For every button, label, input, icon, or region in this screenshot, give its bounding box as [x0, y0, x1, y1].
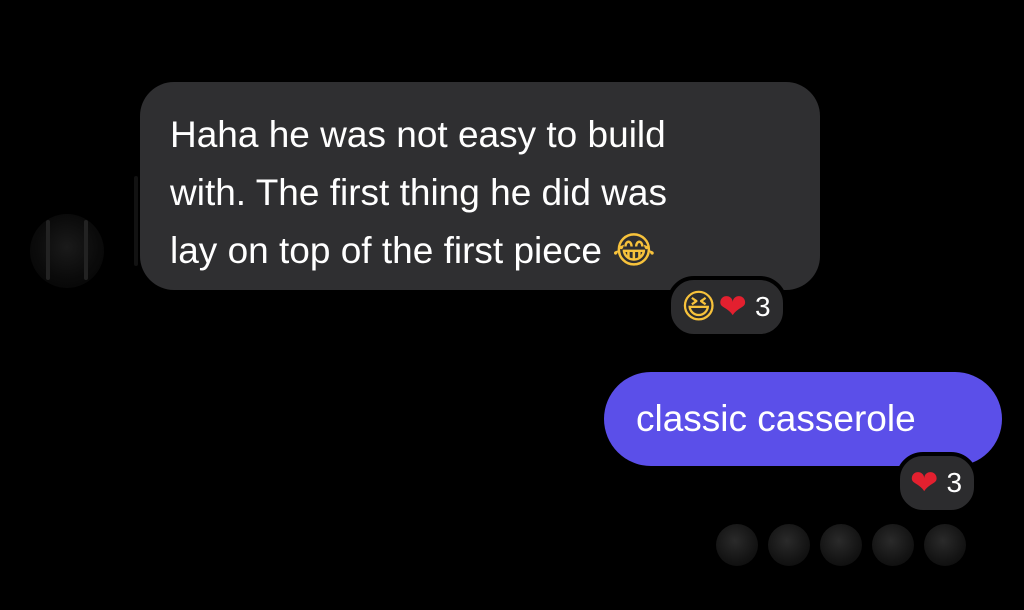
heart-emoji-icon: ❤ — [910, 463, 939, 503]
tears-of-joy-emoji-icon: 😂 — [612, 229, 656, 272]
avatar-detail — [46, 220, 50, 280]
incoming-message-text: Haha he was not easy to build with. The … — [170, 114, 668, 271]
incoming-message-bubble[interactable]: Haha he was not easy to build with. The … — [140, 82, 820, 290]
read-receipt-avatar — [820, 524, 862, 566]
read-receipt-avatar — [768, 524, 810, 566]
read-receipt-avatar — [924, 524, 966, 566]
read-receipt-avatar — [872, 524, 914, 566]
reaction-count: 3 — [754, 291, 771, 322]
heart-emoji-icon: ❤ — [718, 287, 747, 327]
incoming-reactions-pill[interactable]: 😆 ❤ 3 — [667, 276, 787, 338]
read-receipt-avatar — [716, 524, 758, 566]
sender-avatar[interactable] — [30, 214, 104, 288]
outgoing-message-text: classic casserole — [636, 398, 916, 439]
avatar-detail — [84, 220, 88, 280]
laughing-emoji-icon: 😆 — [681, 287, 717, 327]
message-group-line — [134, 176, 138, 266]
read-receipts[interactable] — [716, 524, 966, 566]
reaction-count: 3 — [946, 467, 963, 498]
outgoing-reactions-pill[interactable]: ❤ 3 — [896, 452, 979, 514]
